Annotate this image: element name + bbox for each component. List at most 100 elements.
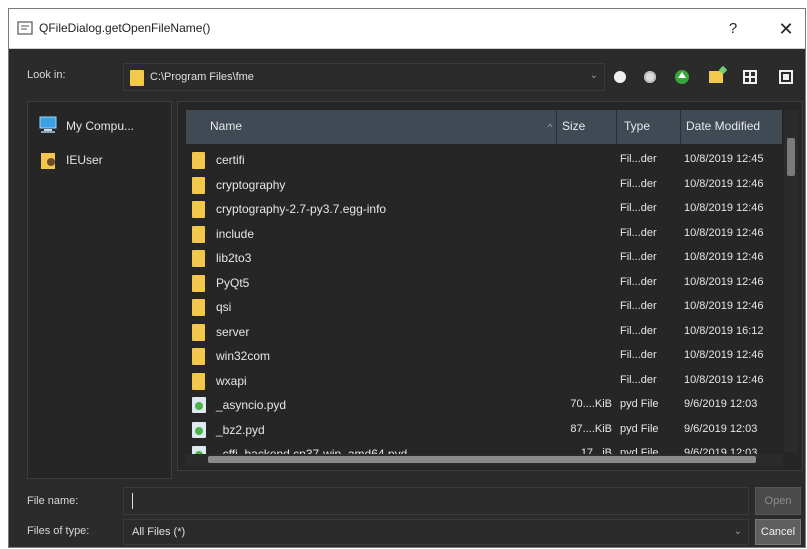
help-button[interactable]: ? — [721, 17, 745, 41]
file-name: cryptography — [216, 177, 286, 192]
pyd-file-icon — [192, 397, 206, 413]
back-icon — [614, 71, 626, 83]
file-date-modified: 10/8/2019 12:46 — [684, 226, 764, 239]
table-row[interactable]: _bz2.pyd 87....KiB pyd File 9/6/2019 12:03 — [186, 418, 782, 443]
horizontal-scrollbar-thumb[interactable] — [208, 456, 756, 463]
files-of-type-value: All Files (*) — [132, 526, 186, 538]
file-type: pyd File — [620, 422, 659, 435]
files-of-type-combo[interactable]: All Files (*) ⌄ — [123, 519, 749, 545]
file-name: cryptography-2.7-py3.7.egg-info — [216, 202, 387, 216]
column-date-modified[interactable]: Date Modified — [686, 119, 760, 133]
file-type: Fil...der — [620, 226, 657, 239]
vertical-scrollbar-thumb[interactable] — [787, 138, 795, 176]
file-date-modified: 10/8/2019 16:12 — [684, 324, 764, 337]
files-of-type-label: Files of type: — [27, 525, 90, 537]
table-row[interactable]: lib2to3 Fil...der 10/8/2019 12:46 — [186, 246, 782, 271]
chevron-down-icon: ⌄ — [733, 526, 742, 537]
sidebar-item-my-computer[interactable]: My Compu... — [36, 114, 166, 138]
sidebar-item-ieuser[interactable]: IEUser — [36, 148, 166, 172]
file-date-modified: 9/6/2019 12:03 — [684, 398, 758, 410]
file-name: qsi — [216, 300, 232, 314]
look-in-path: C:\Program Files\fme — [150, 71, 254, 83]
file-type: pyd File — [620, 398, 659, 410]
detail-view-button[interactable] — [775, 66, 797, 88]
table-row[interactable]: include Fil...der 10/8/2019 12:46 — [186, 222, 782, 247]
table-row[interactable]: certifi Fil...der 10/8/2019 12:45 — [186, 148, 782, 173]
title-bar: QFileDialog.getOpenFileName() ? ✕ — [9, 9, 805, 49]
file-type: Fil...der — [620, 153, 657, 165]
column-header: Name ^ Size Type Date Modified — [186, 110, 782, 144]
file-name: server — [216, 324, 250, 339]
list-view-icon — [743, 70, 757, 84]
file-date-modified: 10/8/2019 12:46 — [684, 251, 764, 263]
file-list[interactable]: Name ^ Size Type Date Modified certifi Fi… — [177, 101, 803, 471]
folder-icon — [192, 250, 205, 267]
back-button[interactable] — [609, 66, 631, 88]
file-date-modified: 10/8/2019 12:46 — [684, 349, 764, 361]
app-icon — [17, 21, 33, 35]
file-date-modified: 10/8/2019 12:46 — [684, 275, 764, 288]
vertical-scrollbar[interactable] — [784, 110, 798, 452]
file-name: win32com — [216, 349, 271, 363]
file-size: 70....KiB — [570, 398, 612, 410]
list-view-button[interactable] — [739, 66, 761, 88]
new-folder-button[interactable] — [705, 66, 727, 88]
column-divider[interactable] — [616, 110, 617, 144]
folder-icon — [192, 225, 205, 243]
file-name: wxapi — [216, 373, 247, 388]
folder-icon — [192, 274, 205, 292]
horizontal-scrollbar[interactable] — [186, 454, 782, 466]
file-name: lib2to3 — [216, 251, 252, 265]
table-row[interactable]: cryptography Fil...der 10/8/2019 12:46 — [186, 173, 782, 198]
file-date-modified: 10/8/2019 12:46 — [684, 177, 764, 190]
column-divider[interactable] — [556, 110, 557, 144]
file-type: Fil...der — [620, 202, 657, 214]
table-row[interactable]: win32com Fil...der 10/8/2019 12:46 — [186, 344, 782, 369]
parent-directory-icon — [675, 70, 689, 84]
sort-indicator-icon: ^ — [548, 122, 553, 132]
table-row[interactable]: cryptography-2.7-py3.7.egg-info Fil...der… — [186, 197, 782, 222]
forward-button[interactable] — [639, 66, 661, 88]
file-date-modified: 10/8/2019 12:46 — [684, 373, 764, 386]
column-divider[interactable] — [680, 110, 681, 144]
pyd-file-icon — [192, 421, 206, 438]
table-row[interactable]: wxapi Fil...der 10/8/2019 12:46 — [186, 369, 782, 394]
folder-icon — [192, 299, 205, 316]
folder-icon — [192, 176, 205, 194]
cancel-button[interactable]: Cancel — [755, 519, 801, 545]
computer-icon — [39, 116, 57, 133]
sidebar: My Compu... IEUser — [27, 101, 172, 479]
table-row[interactable]: qsi Fil...der 10/8/2019 12:46 — [186, 295, 782, 320]
look-in-combo[interactable]: C:\Program Files\fme ⌄ — [123, 63, 605, 91]
file-type: Fil...der — [620, 324, 657, 337]
close-button[interactable]: ✕ — [773, 17, 799, 41]
file-name-input[interactable] — [123, 487, 749, 515]
folder-icon — [192, 372, 205, 390]
file-name: PyQt5 — [216, 275, 250, 290]
open-button[interactable]: Open — [755, 487, 801, 515]
file-type: Fil...der — [620, 275, 657, 288]
user-folder-icon — [41, 153, 55, 169]
file-date-modified: 9/6/2019 12:03 — [684, 422, 758, 435]
file-type: Fil...der — [620, 177, 657, 190]
look-in-label: Look in: — [27, 69, 66, 81]
file-date-modified: 10/8/2019 12:46 — [684, 300, 764, 312]
file-name: certifi — [216, 153, 245, 167]
folder-icon — [192, 152, 205, 169]
parent-directory-button[interactable] — [671, 66, 693, 88]
folder-icon — [192, 323, 205, 341]
column-name[interactable]: Name — [210, 119, 242, 133]
table-row[interactable]: server Fil...der 10/8/2019 16:12 — [186, 320, 782, 345]
sidebar-item-label: IEUser — [66, 153, 103, 167]
file-type: Fil...der — [620, 349, 657, 361]
window-title: QFileDialog.getOpenFileName() — [39, 21, 211, 35]
file-type: Fil...der — [620, 300, 657, 312]
table-row[interactable]: PyQt5 Fil...der 10/8/2019 12:46 — [186, 271, 782, 296]
detail-view-icon — [779, 70, 793, 84]
new-folder-icon — [709, 71, 723, 83]
column-type[interactable]: Type — [624, 119, 650, 133]
file-size: 87....KiB — [570, 422, 612, 435]
table-row[interactable]: _asyncio.pyd 70....KiB pyd File 9/6/2019 12… — [186, 393, 782, 418]
column-size[interactable]: Size — [562, 119, 585, 133]
sidebar-item-label: My Compu... — [66, 119, 135, 133]
